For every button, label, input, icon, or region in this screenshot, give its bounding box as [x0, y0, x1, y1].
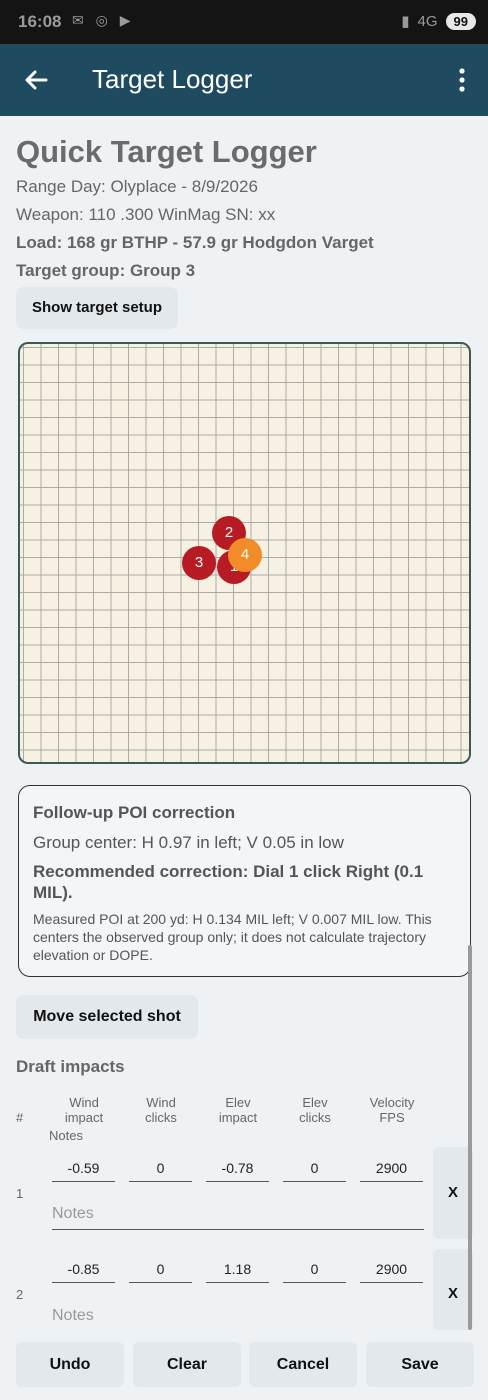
recommended-correction-text: Recommended correction: Dial 1 click Rig… — [33, 862, 424, 902]
wind-clicks-field[interactable]: 0 — [129, 1156, 192, 1182]
save-button[interactable]: Save — [366, 1342, 474, 1387]
group-center-text: Group center: H 0.97 in left; V 0.05 in … — [33, 833, 344, 852]
arrow-left-icon-graphic — [25, 70, 48, 90]
wind-clicks-field[interactable]: 0 — [129, 1257, 192, 1283]
page-title: Quick Target Logger — [16, 134, 317, 169]
poi-heading: Follow-up POI correction — [33, 803, 236, 822]
status-bar: 16:08 ✉ ◎ ▶ ▮ 4G 99 — [0, 0, 488, 44]
wind-impact-field[interactable]: -0.85 — [52, 1257, 115, 1283]
undo-button[interactable]: Undo — [16, 1342, 124, 1387]
notes-field[interactable]: Notes — [52, 1302, 424, 1332]
show-target-setup-button[interactable]: Show target setup — [16, 287, 178, 329]
shot-marker-4-selected[interactable]: 4 — [228, 538, 262, 572]
network-label: 4G — [417, 12, 438, 30]
more-vert-icon[interactable] — [450, 64, 474, 96]
column-header-velocity: Velocity FPS — [369, 1095, 415, 1125]
delete-row-button[interactable]: X — [433, 1147, 473, 1239]
column-header-wind-clicks: Wind clicks — [145, 1095, 177, 1125]
range-day-text: Range Day: Olyplace - 8/9/2026 — [16, 177, 258, 196]
target-grid[interactable]: 2 3 1 4 — [18, 342, 471, 764]
velocity-field[interactable]: 2900 — [360, 1257, 423, 1283]
elev-impact-field[interactable]: 1.18 — [206, 1257, 269, 1283]
row-number: 2 — [16, 1287, 24, 1302]
column-header-elev-impact: Elev impact — [218, 1095, 258, 1125]
notification-icons: ✉ ◎ ▶ — [72, 12, 135, 28]
signal-icon: ▮ — [401, 13, 410, 30]
notes-field[interactable]: Notes — [52, 1200, 424, 1230]
elev-clicks-field[interactable]: 0 — [283, 1257, 346, 1283]
arrow-left-icon[interactable] — [20, 64, 52, 96]
clear-button[interactable]: Clear — [133, 1342, 241, 1387]
load-text: Load: 168 gr BTHP - 57.9 gr Hodgdon Varg… — [16, 233, 374, 252]
battery-indicator: 99 — [445, 12, 476, 30]
status-time: 16:08 — [18, 12, 62, 31]
elev-clicks-field[interactable]: 0 — [283, 1156, 346, 1182]
elev-impact-field[interactable]: -0.78 — [206, 1156, 269, 1182]
target-group-text: Target group: Group 3 — [16, 261, 196, 280]
measured-poi-note: Measured POI at 200 yd: H 0.134 MIL left… — [33, 911, 432, 963]
move-selected-shot-button[interactable]: Move selected shot — [16, 995, 198, 1039]
column-header-elev-clicks: Elev clicks — [299, 1095, 331, 1125]
weapon-text: Weapon: 110 .300 WinMag SN: xx — [16, 205, 276, 224]
scrollbar[interactable] — [468, 945, 472, 1330]
shot-marker-3[interactable]: 3 — [182, 546, 216, 580]
poi-correction-card: Follow-up POI correction Group center: H… — [18, 785, 471, 977]
column-header-wind-impact: Wind impact — [64, 1095, 104, 1125]
bottom-action-bar: Undo Clear Cancel Save — [0, 1330, 488, 1400]
column-header-notes: Notes — [49, 1128, 83, 1143]
wind-impact-field[interactable]: -0.59 — [52, 1156, 115, 1182]
row-number: 1 — [16, 1186, 24, 1201]
more-vert-icon-graphic — [459, 68, 465, 92]
column-header-num: # — [16, 1110, 24, 1125]
delete-row-button[interactable]: X — [433, 1249, 473, 1330]
app-bar: Target Logger — [0, 44, 488, 116]
velocity-field[interactable]: 2900 — [360, 1156, 423, 1182]
status-right: ▮ 4G 99 — [401, 12, 476, 30]
cancel-button[interactable]: Cancel — [249, 1342, 357, 1387]
draft-impacts-title: Draft impacts — [16, 1057, 125, 1076]
app-bar-title: Target Logger — [92, 64, 253, 94]
